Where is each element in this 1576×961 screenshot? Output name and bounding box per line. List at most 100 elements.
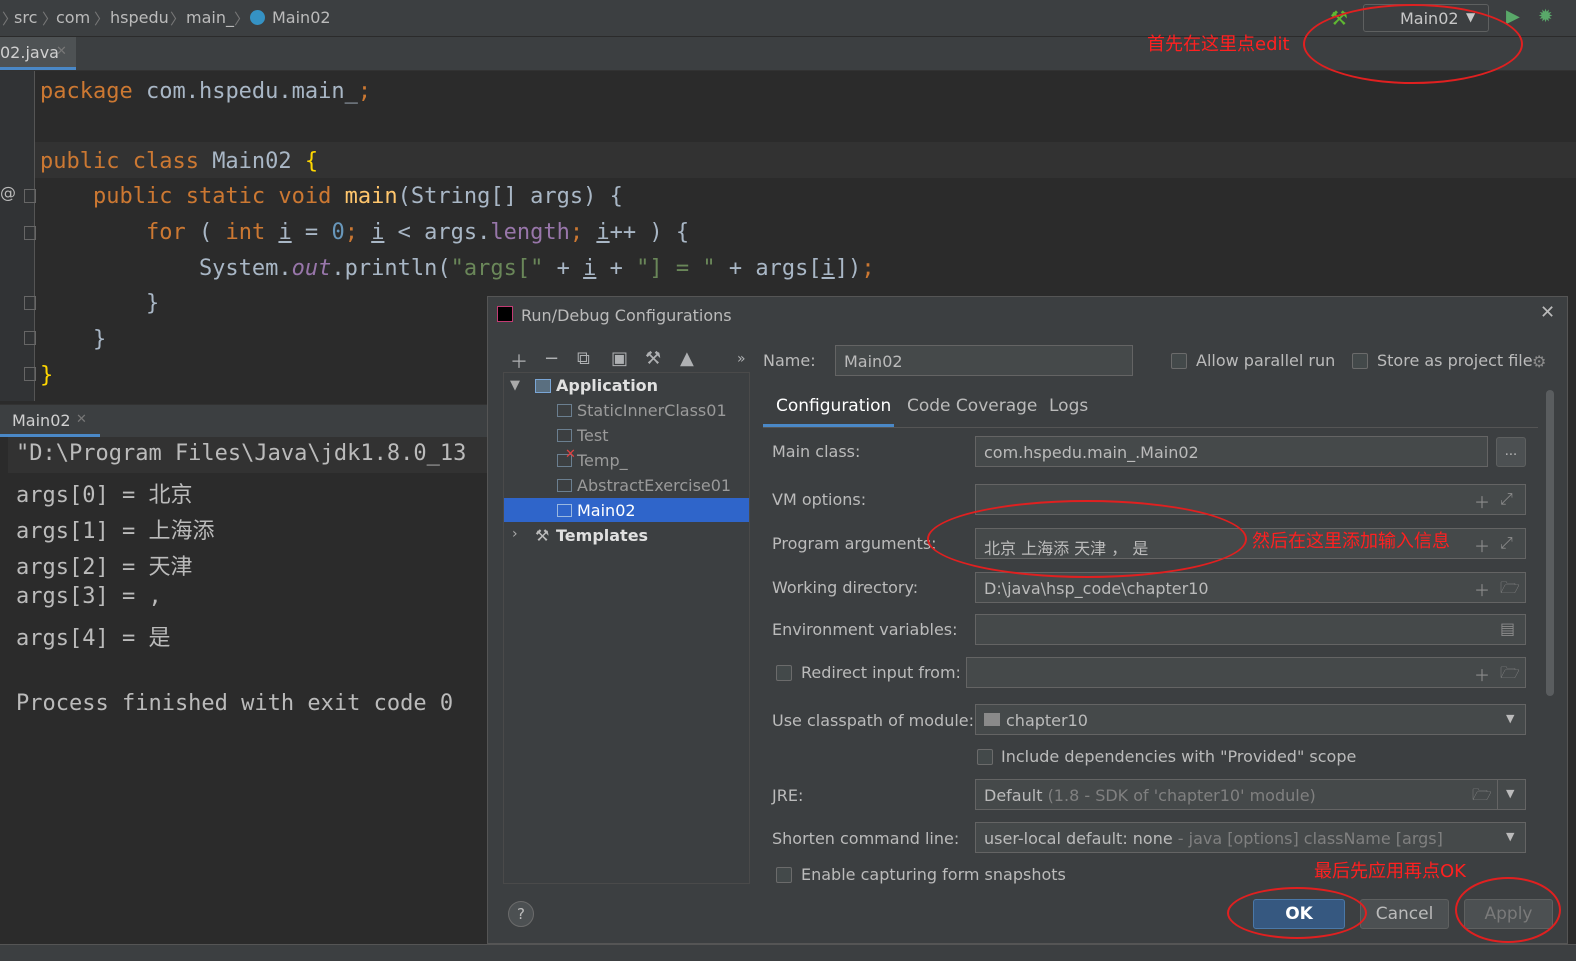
chevron-down-icon[interactable]: ▼ <box>510 378 520 393</box>
store-project-label: Store as project file <box>1377 351 1533 370</box>
breadcrumb-src[interactable]: src <box>14 8 37 27</box>
code-line[interactable]: package com.hspedu.main_; <box>40 79 371 104</box>
tab-logs[interactable]: Logs <box>1049 396 1088 416</box>
status-bar <box>0 944 1576 961</box>
breadcrumb-separator: 〉 <box>170 10 186 28</box>
code-token: + <box>596 256 637 281</box>
jre-label: JRE: <box>772 786 804 805</box>
run-tab[interactable]: Main02 ✕ <box>0 405 100 437</box>
close-icon[interactable]: ✕ <box>1540 302 1555 323</box>
redirect-input-field[interactable]: ＋ 🗁 <box>966 657 1526 688</box>
breadcrumb-separator: 〉 <box>234 10 250 28</box>
breadcrumb-hspedu[interactable]: hspedu <box>110 8 169 27</box>
breadcrumb-main02[interactable]: Main02 <box>272 8 331 27</box>
capture-snapshots-checkbox[interactable] <box>776 867 792 883</box>
gear-icon[interactable]: ⚙ <box>1532 352 1546 371</box>
debug-bug-icon[interactable]: ✹ <box>1538 6 1553 27</box>
folder-icon[interactable]: 🗁 <box>1500 577 1520 604</box>
code-token: ]) <box>834 256 862 281</box>
fold-icon[interactable] <box>24 189 36 203</box>
fold-icon[interactable] <box>24 367 36 381</box>
shorten-command-select[interactable]: user-local default: none - java [options… <box>975 822 1526 853</box>
annotation-edit: 首先在这里点edit <box>1147 34 1290 55</box>
folder-icon[interactable]: 🗁 <box>1500 662 1520 689</box>
expand-icon[interactable]: ⤢ <box>1500 489 1513 509</box>
code-line[interactable]: } <box>40 291 159 316</box>
add-icon[interactable]: ＋ <box>510 348 528 374</box>
fold-icon[interactable] <box>24 331 36 345</box>
store-project-checkbox[interactable] <box>1352 353 1368 369</box>
jre-select[interactable]: Default (1.8 - SDK of 'chapter10' module… <box>975 779 1526 810</box>
main-class-label: Main class: <box>772 442 861 461</box>
classpath-module-value: chapter10 <box>1006 711 1088 730</box>
environment-variables-input[interactable]: ▤ <box>975 614 1526 645</box>
breadcrumb-com[interactable]: com <box>56 8 90 27</box>
working-directory-label: Working directory: <box>772 578 919 597</box>
configuration-tree[interactable] <box>503 372 750 884</box>
application-icon <box>557 504 572 517</box>
code-token: i <box>278 220 292 245</box>
close-icon[interactable]: ✕ <box>56 44 67 59</box>
tree-item-templates[interactable]: Templates <box>556 526 648 545</box>
redirect-input-checkbox[interactable] <box>776 665 792 681</box>
include-dependencies-checkbox[interactable] <box>977 749 993 765</box>
code-line[interactable]: } <box>40 327 106 352</box>
add-icon[interactable]: ＋ <box>1474 533 1490 557</box>
add-icon[interactable]: ＋ <box>1474 662 1490 686</box>
main-class-value: com.hspedu.main_.Main02 <box>984 443 1199 462</box>
fold-icon[interactable] <box>24 226 36 240</box>
tree-item-staticinnerclass01[interactable]: StaticInnerClass01 <box>577 401 727 420</box>
annotation-ellipse-ok <box>1227 887 1367 939</box>
console-output[interactable]: "D:\Program Files\Java\jdk1.8.0_13 args[0… <box>0 437 487 960</box>
move-up-icon[interactable]: ▲ <box>680 348 694 369</box>
tree-item-main02[interactable]: Main02 <box>577 501 636 520</box>
main-class-input[interactable]: com.hspedu.main_.Main02 <box>975 436 1488 467</box>
tree-item-application[interactable]: Application <box>556 376 658 395</box>
tree-item-test[interactable]: Test <box>577 426 609 445</box>
classpath-module-select[interactable]: chapter10 ▼ <box>975 704 1526 735</box>
close-icon[interactable]: ✕ <box>76 412 87 427</box>
code-line[interactable]: for ( int i = 0; i < args.length; i++ ) … <box>40 220 689 245</box>
console-line: args[3] = , <box>16 584 162 609</box>
document-icon[interactable]: ▤ <box>1500 619 1515 638</box>
help-button[interactable]: ? <box>508 901 534 927</box>
environment-variables-label: Environment variables: <box>772 620 958 639</box>
code-token: length <box>490 220 570 245</box>
browse-main-class-button[interactable]: ... <box>1496 437 1526 467</box>
code-line[interactable]: } <box>40 363 53 388</box>
expand-icon[interactable]: ⤢ <box>1500 533 1513 553</box>
editor-file-tab[interactable]: 02.java ✕ <box>0 37 76 70</box>
save-icon[interactable]: ▣ <box>611 348 628 369</box>
more-icon[interactable]: » <box>737 351 746 367</box>
copy-icon[interactable]: ⧉ <box>577 348 590 369</box>
folder-icon[interactable]: 🗁 <box>1472 784 1492 811</box>
code-line[interactable]: System.out.println("args[" + i + "] = " … <box>40 256 875 281</box>
breadcrumb-separator: 〉 <box>94 10 110 28</box>
add-icon[interactable]: ＋ <box>1474 577 1490 601</box>
wrench-icon[interactable]: ⚒ <box>645 348 661 369</box>
tab-configuration[interactable]: Configuration <box>776 396 891 416</box>
code-line[interactable]: public class Main02 { <box>40 149 318 174</box>
redirect-input-label: Redirect input from: <box>801 663 961 682</box>
name-input[interactable]: Main02 <box>835 345 1133 376</box>
classpath-module-label: Use classpath of module: <box>772 711 975 730</box>
remove-icon[interactable]: − <box>544 348 559 369</box>
code-token: ; <box>861 256 875 281</box>
tree-item-abstractexercise01[interactable]: AbstractExercise01 <box>577 476 731 495</box>
shorten-hint: - java [options] className [args] <box>1177 829 1443 848</box>
code-line[interactable]: public static void main(String[] args) { <box>40 184 623 209</box>
chevron-down-icon[interactable]: ▼ <box>1506 787 1514 800</box>
scrollbar[interactable] <box>1546 390 1554 696</box>
tab-code-coverage[interactable]: Code Coverage <box>907 396 1037 416</box>
fold-icon[interactable] <box>24 296 36 310</box>
chevron-right-icon[interactable]: › <box>512 526 518 542</box>
breadcrumb-main[interactable]: main_ <box>186 8 234 27</box>
code-token: com.hspedu.main_ <box>145 79 358 104</box>
allow-parallel-checkbox[interactable] <box>1171 353 1187 369</box>
tree-item-temp[interactable]: Temp_ <box>577 451 628 470</box>
dialog-title: Run/Debug Configurations <box>521 306 732 325</box>
cancel-button[interactable]: Cancel <box>1360 899 1449 929</box>
intellij-logo-icon <box>497 306 513 322</box>
add-icon[interactable]: ＋ <box>1474 489 1490 513</box>
